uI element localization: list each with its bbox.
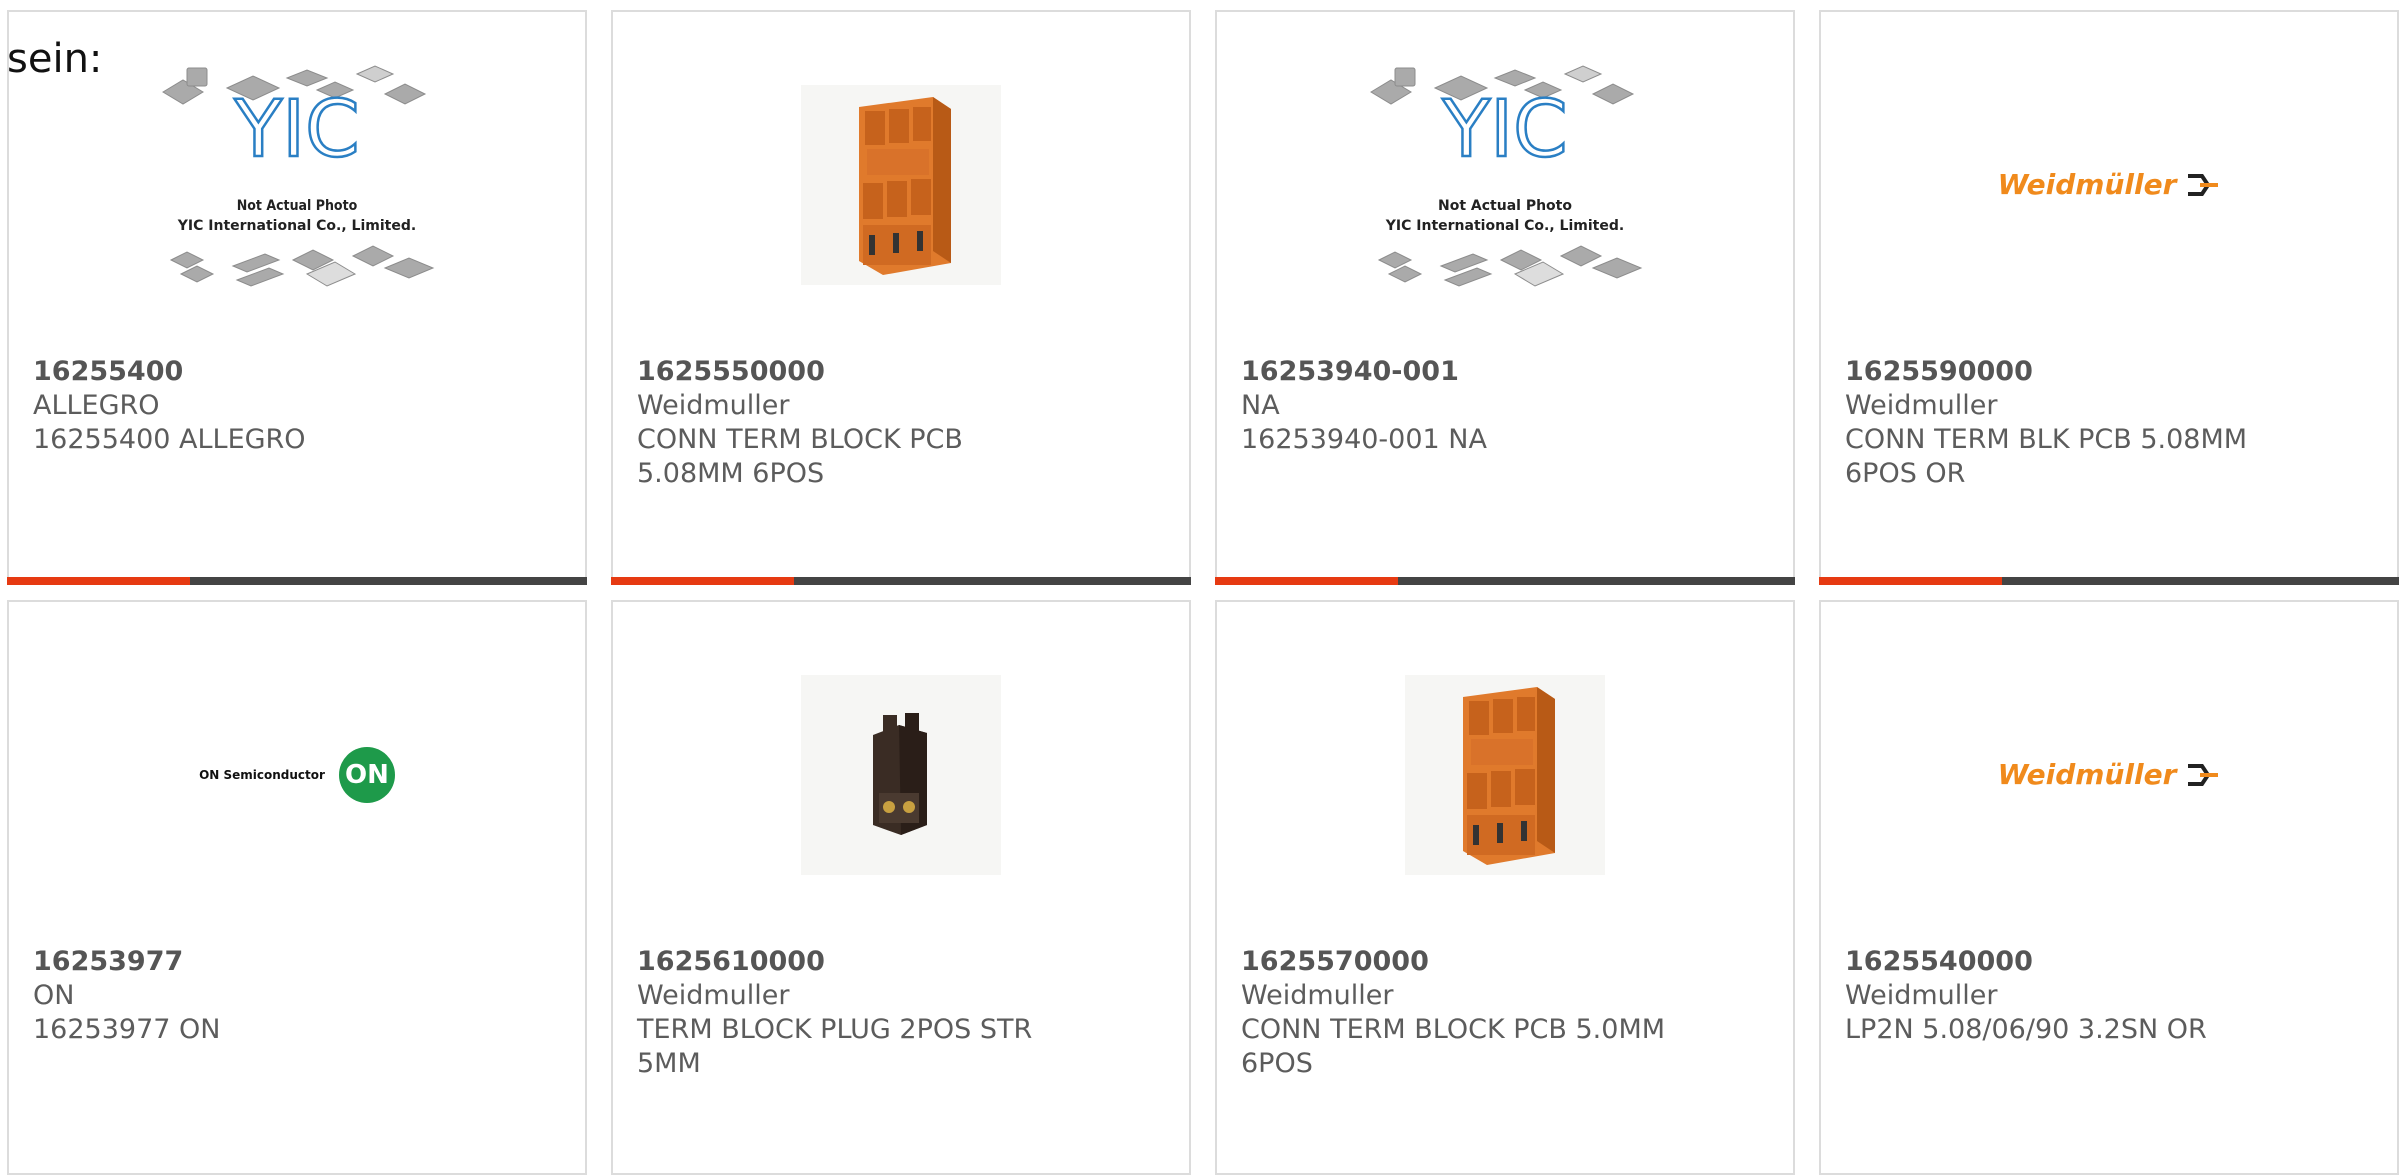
- manufacturer: Weidmuller: [637, 390, 790, 421]
- manufacturer: Weidmuller: [1845, 390, 1998, 421]
- part-number[interactable]: 16253977: [33, 945, 561, 979]
- manufacturer: ON: [33, 980, 75, 1011]
- on-semiconductor-logo: ON Semiconductor ON: [199, 746, 395, 803]
- part-number[interactable]: 16253940-001: [1241, 355, 1769, 389]
- part-number[interactable]: 1625570000: [1241, 945, 1769, 979]
- image-caption-1: Not Actual Photo: [237, 198, 358, 214]
- product-image: [1217, 642, 1793, 907]
- product-image: YIC Not Actual Photo YIC International C…: [1217, 52, 1793, 317]
- card-accent-bar: [1819, 577, 2002, 585]
- manufacturer: NA: [1241, 390, 1280, 421]
- terminal-block-icon: [1405, 674, 1605, 875]
- card-accent-bar: [611, 577, 794, 585]
- product-card[interactable]: Weidmüller 1625590000 Weidmuller CONN TE…: [1819, 10, 2399, 585]
- weidmuller-logo-text: Weidmüller: [1997, 758, 2177, 791]
- product-card[interactable]: 1625610000 Weidmuller TERM BLOCK PLUG 2P…: [611, 600, 1191, 1175]
- intro-text: sein:: [7, 36, 103, 82]
- image-caption-2: YIC International Co., Limited.: [1385, 218, 1624, 234]
- card-bottom-bar: [1215, 577, 1795, 585]
- description: 16253977 ON: [33, 1014, 221, 1045]
- description: CONN TERM BLK PCB 5.08MM 6POS OR: [1845, 424, 2248, 489]
- product-image: [613, 642, 1189, 907]
- image-caption-2: YIC International Co., Limited.: [177, 218, 416, 234]
- on-logo-mark: ON: [345, 759, 389, 790]
- card-bottom-bar: [611, 577, 1191, 585]
- product-card[interactable]: Weidmüller 1625540000 Weidmuller LP2N 5.…: [1819, 600, 2399, 1175]
- product-card[interactable]: YIC Not Actual Photo YIC International C…: [7, 10, 587, 585]
- product-image: ON Semiconductor ON: [9, 642, 585, 907]
- card-accent-bar: [1215, 577, 1398, 585]
- card-accent-bar: [7, 577, 190, 585]
- part-number[interactable]: 1625610000: [637, 945, 1165, 979]
- product-image: Weidmüller: [1821, 642, 2397, 907]
- plug-connector-icon: [801, 674, 1001, 875]
- weidmuller-logo: Weidmüller: [1998, 168, 2221, 201]
- image-caption-1: Not Actual Photo: [1438, 198, 1572, 214]
- part-number[interactable]: 1625590000: [1845, 355, 2373, 389]
- svg-text:YIC: YIC: [1441, 85, 1567, 175]
- description: 16253940-001 NA: [1241, 424, 1487, 455]
- product-image: Weidmüller: [1821, 52, 2397, 317]
- manufacturer: Weidmuller: [1241, 980, 1394, 1011]
- description: TERM BLOCK PLUG 2POS STR 5MM: [637, 1014, 1033, 1079]
- manufacturer: ALLEGRO: [33, 390, 160, 421]
- product-card[interactable]: 1625550000 Weidmuller CONN TERM BLOCK PC…: [611, 10, 1191, 585]
- description: CONN TERM BLOCK PCB 5.0MM 6POS: [1241, 1014, 1666, 1079]
- part-number[interactable]: 1625550000: [637, 355, 1165, 389]
- description: LP2N 5.08/06/90 3.2SN OR: [1845, 1014, 2207, 1045]
- description: CONN TERM BLOCK PCB 5.08MM 6POS: [637, 424, 963, 489]
- on-logo-icon: ON: [338, 746, 395, 803]
- weidmuller-mark-icon: [2188, 763, 2219, 786]
- product-image: YIC Not Actual Photo YIC International C…: [9, 52, 585, 317]
- card-bottom-bar: [1819, 577, 2399, 585]
- weidmuller-logo-text: Weidmüller: [1997, 168, 2177, 201]
- product-card[interactable]: YIC Not Actual Photo YIC International C…: [1215, 10, 1795, 585]
- svg-text:YIC: YIC: [233, 85, 359, 175]
- terminal-block-icon: [801, 84, 1001, 285]
- manufacturer: Weidmuller: [1845, 980, 1998, 1011]
- manufacturer: Weidmuller: [637, 980, 790, 1011]
- card-bottom-bar: [7, 577, 587, 585]
- on-semiconductor-logo-text: ON Semiconductor: [199, 767, 325, 782]
- part-number[interactable]: 1625540000: [1845, 945, 2373, 979]
- weidmuller-logo: Weidmüller: [1998, 758, 2221, 791]
- product-card[interactable]: ON Semiconductor ON 16253977 ON 16253977…: [7, 600, 587, 1175]
- product-card[interactable]: 1625570000 Weidmuller CONN TERM BLOCK PC…: [1215, 600, 1795, 1175]
- product-image: [613, 52, 1189, 317]
- description: 16255400 ALLEGRO: [33, 424, 306, 455]
- part-number[interactable]: 16255400: [33, 355, 561, 389]
- weidmuller-mark-icon: [2188, 173, 2219, 196]
